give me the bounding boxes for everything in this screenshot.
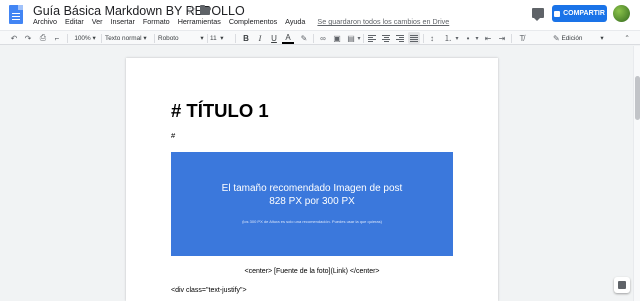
lock-icon — [554, 10, 561, 17]
text-color-icon[interactable]: A — [282, 32, 294, 44]
vertical-scrollbar[interactable] — [633, 46, 640, 301]
style-select[interactable]: Texto normal ▾ — [105, 32, 151, 44]
editing-mode-label: Edición — [561, 34, 583, 42]
clear-formatting-icon[interactable]: T̸ — [516, 32, 528, 44]
numbered-list-dropdown-icon[interactable]: ▾ — [454, 32, 460, 44]
document-title[interactable]: Guía Básica Markdown BY REPOLLO — [33, 4, 245, 18]
justify-icon[interactable] — [408, 32, 420, 44]
image-caption-line[interactable]: <center> [Fuente de la foto](Link) </cen… — [126, 268, 498, 275]
align-center-icon[interactable] — [380, 32, 392, 44]
align-left-icon[interactable] — [366, 32, 378, 44]
numbered-list-icon[interactable]: ⒈ — [442, 32, 454, 44]
zoom-select[interactable]: 100% ▾ — [72, 32, 98, 44]
highlight-icon[interactable]: ✎ — [298, 32, 310, 44]
editing-mode-dropdown-icon[interactable]: ▾ — [598, 32, 606, 44]
font-size-value: 11 — [210, 34, 217, 42]
line-spacing-icon[interactable]: ↕ — [426, 32, 438, 44]
comments-icon[interactable] — [532, 8, 544, 21]
share-button-label: COMPARTIR — [563, 10, 605, 17]
menu-insertar[interactable]: Insertar — [111, 17, 135, 26]
redo-icon[interactable]: ↷ — [22, 32, 34, 44]
folder-icon[interactable] — [200, 5, 210, 15]
print-icon[interactable]: ⎙ — [37, 32, 49, 44]
placeholder-image[interactable]: El tamaño recomendado Imagen de post 828… — [171, 152, 453, 256]
align-right-icon[interactable] — [394, 32, 406, 44]
font-value: Roboto — [158, 34, 179, 42]
editing-mode-select[interactable]: ✎ Edición — [553, 32, 597, 44]
div-tag-line[interactable]: <div class="text-justify"> — [171, 287, 247, 294]
docs-logo-icon[interactable] — [9, 5, 23, 24]
app-header: Guía Básica Markdown BY REPOLLO ☆ Archiv… — [0, 0, 640, 30]
save-status-link[interactable]: Se guardaron todos los cambios en Drive — [317, 17, 449, 26]
menu-complementos[interactable]: Complementos — [229, 17, 277, 26]
scrollbar-thumb[interactable] — [635, 76, 640, 120]
bold-icon[interactable]: B — [240, 32, 252, 44]
menu-bar: Archivo Editar Ver Insertar Formato Herr… — [33, 17, 449, 26]
increase-indent-icon[interactable]: ⇥ — [496, 32, 508, 44]
explore-button[interactable] — [614, 277, 630, 293]
star-icon[interactable]: ☆ — [186, 3, 197, 17]
menu-ver[interactable]: Ver — [92, 17, 103, 26]
image-dropdown-icon[interactable]: ▾ — [356, 32, 362, 44]
underline-icon[interactable]: U — [268, 32, 280, 44]
menu-formato[interactable]: Formato — [143, 17, 170, 26]
font-select[interactable]: Roboto — [158, 32, 202, 44]
banner-line-1: El tamaño recomendado Imagen de post — [221, 183, 403, 194]
bulleted-list-dropdown-icon[interactable]: ▾ — [474, 32, 480, 44]
document-heading[interactable]: # TÍTULO 1 — [171, 100, 269, 122]
pencil-icon: ✎ — [553, 33, 560, 43]
collapse-toolbar-icon[interactable]: ⌃ — [622, 32, 632, 44]
font-dropdown-icon[interactable]: ▾ — [198, 32, 206, 44]
decrease-indent-icon[interactable]: ⇤ — [482, 32, 494, 44]
banner-line-2: 828 PX por 300 PX — [269, 196, 355, 207]
paint-format-icon[interactable]: ⌐ — [51, 32, 63, 44]
zoom-value: 100% — [74, 34, 91, 42]
formatting-toolbar: ↶ ↷ ⎙ ⌐ 100% ▾ Texto normal ▾ Roboto ▾ 1… — [0, 30, 640, 45]
banner-note: (los 300 PX de Altura es solo una recome… — [242, 219, 382, 224]
document-page[interactable]: # TÍTULO 1 # El tamaño recomendado Image… — [126, 58, 498, 301]
menu-ayuda[interactable]: Ayuda — [285, 17, 305, 26]
hash-line[interactable]: # — [171, 131, 175, 140]
bulleted-list-icon[interactable]: • — [462, 32, 474, 44]
share-button[interactable]: COMPARTIR — [552, 5, 607, 22]
menu-archivo[interactable]: Archivo — [33, 17, 57, 26]
add-comment-icon[interactable]: ▣ — [331, 32, 343, 44]
menu-herramientas[interactable]: Herramientas — [178, 17, 221, 26]
explore-icon — [618, 281, 626, 289]
avatar[interactable] — [613, 5, 630, 22]
style-value: Texto normal — [105, 34, 142, 42]
link-icon[interactable]: ∞ — [317, 32, 329, 44]
undo-icon[interactable]: ↶ — [8, 32, 20, 44]
italic-icon[interactable]: I — [254, 32, 266, 44]
font-size-select[interactable]: 11 ▾ — [210, 32, 232, 44]
menu-editar[interactable]: Editar — [65, 17, 84, 26]
